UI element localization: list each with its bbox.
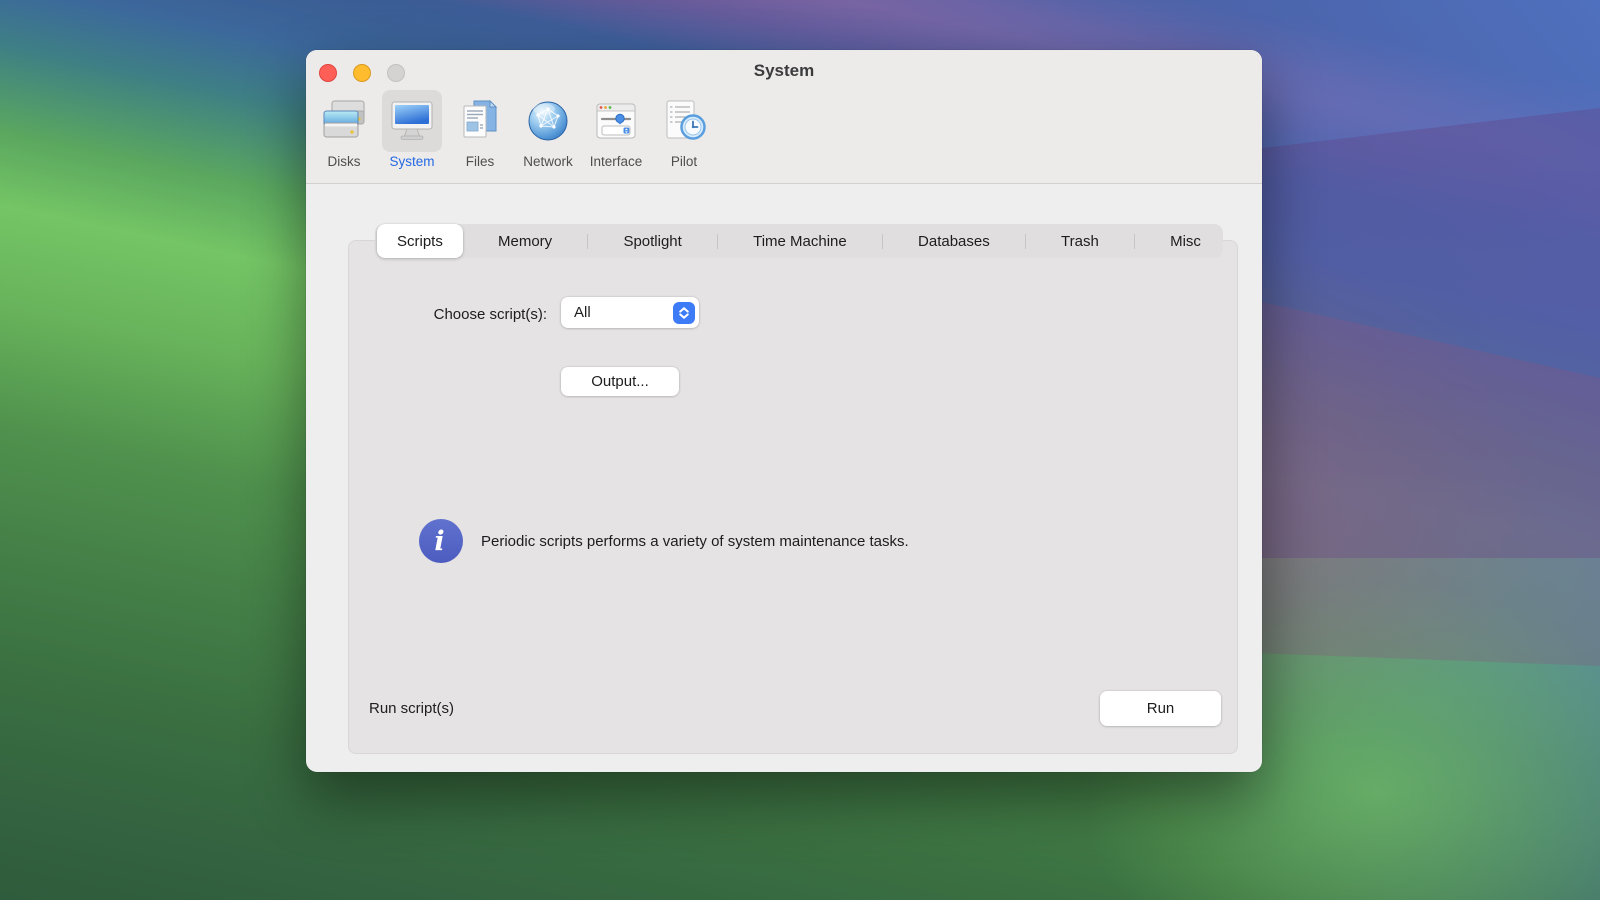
tab-databases[interactable]: Databases [898,224,1010,258]
popup-chevrons-icon [673,302,695,324]
tab-separator [1025,234,1026,249]
toolbar-label-pilot: Pilot [671,154,697,169]
scripts-popup-value: All [574,304,591,321]
toolbar: Disks [314,90,714,169]
window-title: System [306,61,1262,81]
network-icon [524,97,572,145]
output-button[interactable]: Output... [561,367,679,396]
window-chrome: System [306,50,1262,184]
files-icon [456,97,504,145]
pilot-icon [660,97,708,145]
tab-time-machine[interactable]: Time Machine [733,224,867,258]
desktop: System [0,0,1600,900]
tab-spotlight[interactable]: Spotlight [603,224,701,258]
tab-separator [1134,234,1135,249]
tab-separator [882,234,883,249]
toolbar-label-interface: Interface [590,154,643,169]
scripts-popup-button[interactable]: All [561,297,699,328]
tab-misc[interactable]: Misc [1150,224,1221,258]
interface-icon [592,97,640,145]
toolbar-label-files: Files [466,154,495,169]
run-scripts-label: Run script(s) [369,692,454,726]
run-button[interactable]: Run [1100,691,1221,726]
tab-memory[interactable]: Memory [478,224,572,258]
toolbar-item-system[interactable]: System [382,90,442,169]
info-icon: i [419,519,463,563]
toolbar-label-system: System [389,154,434,169]
scripts-panel: Choose script(s): All Output... i Period… [348,240,1238,754]
toolbar-item-network[interactable]: Network [518,90,578,169]
toolbar-item-interface[interactable]: Interface [586,90,646,169]
tab-separator [587,234,588,249]
toolbar-label-disks: Disks [328,154,361,169]
info-row: i Periodic scripts performs a variety of… [419,519,909,563]
tab-scripts[interactable]: Scripts [377,224,463,258]
info-text: Periodic scripts performs a variety of s… [481,533,909,550]
disks-icon [320,97,368,145]
tab-bar: Scripts Memory Spotlight Time Machine Da… [375,224,1223,258]
toolbar-item-pilot[interactable]: Pilot [654,90,714,169]
system-icon [388,97,436,145]
toolbar-label-network: Network [523,154,573,169]
toolbar-item-files[interactable]: Files [450,90,510,169]
toolbar-item-disks[interactable]: Disks [314,90,374,169]
app-window: System [306,50,1262,772]
choose-scripts-label: Choose script(s): [349,299,547,330]
tab-separator [717,234,718,249]
tab-trash[interactable]: Trash [1041,224,1119,258]
